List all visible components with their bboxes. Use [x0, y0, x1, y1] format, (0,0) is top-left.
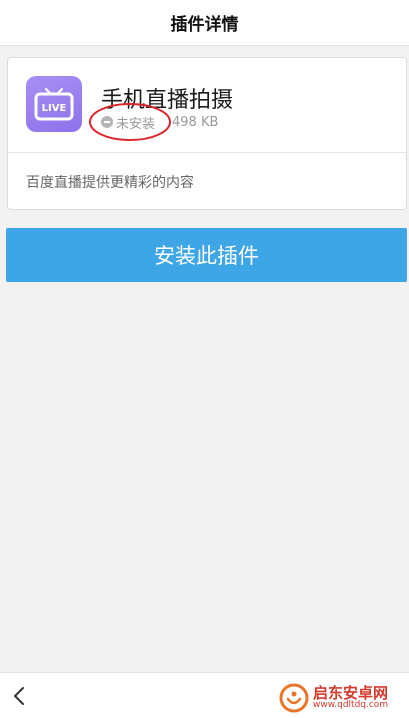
page-title: 插件详情 — [170, 15, 239, 35]
live-tv-icon: LIVE — [26, 76, 82, 132]
watermark-name: 启东安卓网 — [313, 683, 389, 702]
install-status: 未安装 — [116, 116, 156, 132]
plugin-name: 手机直播拍摄 — [101, 88, 234, 113]
site-watermark: 启东安卓网 www.qdltdq.com — [279, 680, 405, 716]
plugin-card: LIVE 手机直播拍摄 未安装 498 KB 百度直播提供更精彩的内容 — [7, 57, 407, 210]
live-icon-label: LIVE — [42, 103, 67, 114]
watermark-logo — [279, 683, 309, 713]
back-button[interactable] — [6, 681, 34, 711]
top-bar: 插件详情 — [0, 0, 409, 46]
watermark-url: www.qdltdq.com — [313, 700, 389, 711]
install-plugin-button[interactable]: 安装此插件 — [6, 228, 407, 282]
card-divider — [8, 152, 406, 153]
chevron-left-icon — [14, 687, 24, 705]
minus-circle-icon — [101, 116, 113, 128]
plugin-meta: 未安装 498 KB — [101, 113, 219, 132]
plugin-size: 498 KB — [172, 114, 219, 130]
plugin-description: 百度直播提供更精彩的内容 — [26, 175, 194, 191]
